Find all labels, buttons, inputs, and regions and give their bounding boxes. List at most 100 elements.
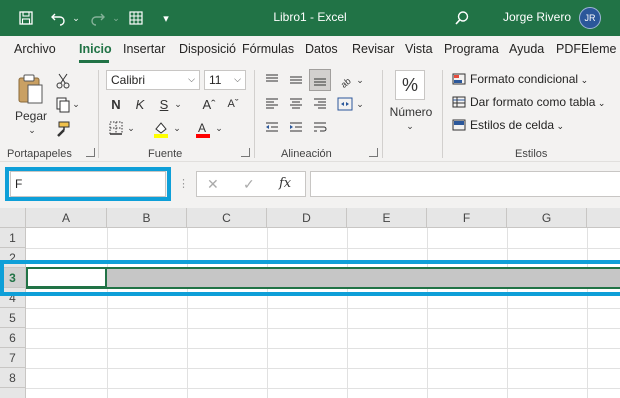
tab-insertar[interactable]: Insertar xyxy=(123,42,165,56)
decrease-indent-icon[interactable] xyxy=(262,118,282,138)
column-header-b[interactable]: B xyxy=(107,208,187,228)
row-header-5[interactable]: 5 xyxy=(0,308,26,328)
column-header-a[interactable]: A xyxy=(26,208,107,228)
decrease-font-button[interactable]: Aˇ xyxy=(222,94,244,114)
alignment-launcher-icon[interactable] xyxy=(369,148,378,157)
group-separator xyxy=(98,70,99,158)
formula-bar: F ⋮ ✕ ✓ fx xyxy=(0,162,620,208)
font-name-select[interactable]: Calibri ⌵ xyxy=(106,70,200,90)
group-separator xyxy=(254,70,255,158)
copy-dropdown-icon[interactable]: ⌄ xyxy=(72,98,80,110)
column-header-d[interactable]: D xyxy=(267,208,347,228)
column-header-c[interactable]: C xyxy=(187,208,267,228)
enter-icon[interactable]: ✓ xyxy=(243,176,255,193)
avatar[interactable]: JR xyxy=(579,7,601,29)
paste-dropdown-icon[interactable]: ⌄ xyxy=(22,124,42,136)
conditional-format-button[interactable]: Formato condicional ⌄ xyxy=(452,72,588,86)
grid-line xyxy=(507,228,508,398)
wrap-text-icon[interactable] xyxy=(310,118,330,138)
row-header-6[interactable]: 6 xyxy=(0,328,26,348)
tab-vista[interactable]: Vista xyxy=(405,42,433,56)
grid-line xyxy=(26,328,620,329)
chevron-down-icon: ⌵ xyxy=(234,74,241,84)
align-left-icon[interactable] xyxy=(262,94,282,114)
align-right-icon[interactable] xyxy=(310,94,330,114)
grid-line xyxy=(26,388,620,389)
column-header-h[interactable] xyxy=(587,208,620,228)
cell-styles-button[interactable]: Estilos de celda ⌄ xyxy=(452,118,564,132)
tab-pdfelement[interactable]: PDFEleme xyxy=(556,42,620,56)
grid-line xyxy=(26,308,620,309)
merge-dropdown-icon[interactable]: ⌄ xyxy=(355,97,365,111)
fill-color-icon[interactable] xyxy=(150,118,172,140)
splitter-icon[interactable]: ⋮ xyxy=(178,177,189,190)
group-separator xyxy=(382,70,383,158)
format-as-table-button[interactable]: Dar formato como tabla ⌄ xyxy=(452,95,605,109)
tab-datos[interactable]: Datos xyxy=(305,42,338,56)
borders-dropdown-icon[interactable]: ⌄ xyxy=(126,121,136,135)
paste-button[interactable]: Pegar xyxy=(10,108,52,124)
bold-button[interactable]: N xyxy=(107,94,125,114)
font-size-select[interactable]: 11 ⌵ xyxy=(204,70,246,90)
column-header-f[interactable]: F xyxy=(427,208,507,228)
tab-programador[interactable]: Programa xyxy=(444,42,499,56)
orientation-dropdown-icon[interactable]: ⌄ xyxy=(355,73,365,87)
copy-icon[interactable] xyxy=(52,96,74,114)
align-middle-icon[interactable] xyxy=(286,70,306,90)
increase-indent-icon[interactable] xyxy=(286,118,306,138)
spreadsheet-grid[interactable]: A B C D E F G 1 2 3 4 5 6 7 8 xyxy=(0,208,620,398)
percent-icon[interactable]: % xyxy=(395,70,425,100)
increase-font-button[interactable]: Aˆ xyxy=(198,94,220,114)
grid-line xyxy=(26,368,620,369)
tab-ayuda[interactable]: Ayuda xyxy=(509,42,544,56)
row-3-highlight xyxy=(0,260,620,296)
cut-icon[interactable] xyxy=(54,72,72,90)
underline-dropdown-icon[interactable]: ⌄ xyxy=(173,97,183,111)
borders-icon[interactable] xyxy=(106,118,126,138)
formula-input[interactable] xyxy=(310,171,620,197)
insert-function-icon[interactable]: fx xyxy=(279,176,291,191)
align-top-icon[interactable] xyxy=(262,70,282,90)
row-header-8[interactable]: 8 xyxy=(0,368,26,388)
tab-disposicion[interactable]: Disposició xyxy=(179,42,239,56)
tab-inicio[interactable]: Inicio xyxy=(79,42,112,56)
user-name[interactable]: Jorge Rivero xyxy=(503,10,571,24)
align-center-icon[interactable] xyxy=(286,94,306,114)
orientation-icon[interactable]: ab xyxy=(336,70,356,90)
row-header-7[interactable]: 7 xyxy=(0,348,26,368)
grid-line xyxy=(347,228,348,398)
tab-formulas[interactable]: Fórmulas xyxy=(242,42,294,56)
cell-styles-icon xyxy=(452,119,466,131)
fill-color-dropdown-icon[interactable]: ⌄ xyxy=(172,121,182,135)
row-header-9[interactable] xyxy=(0,388,26,398)
font-color-dropdown-icon[interactable]: ⌄ xyxy=(214,121,224,135)
tab-archivo[interactable]: Archivo xyxy=(14,42,56,56)
font-launcher-icon[interactable] xyxy=(241,148,250,157)
paste-icon[interactable] xyxy=(14,72,48,106)
tab-revisar[interactable]: Revisar xyxy=(352,42,394,56)
select-all-corner[interactable] xyxy=(0,208,26,228)
group-separator xyxy=(442,70,443,158)
active-tab-indicator xyxy=(79,60,109,63)
grid-line xyxy=(26,248,620,249)
cancel-icon[interactable]: ✕ xyxy=(207,176,219,193)
name-box-highlight xyxy=(5,167,171,201)
format-painter-icon[interactable] xyxy=(54,120,72,138)
number-dropdown-icon[interactable]: ⌄ xyxy=(400,120,420,132)
merge-center-icon[interactable] xyxy=(335,94,355,114)
formula-buttons: ✕ ✓ fx xyxy=(196,171,306,197)
chevron-down-icon: ⌵ xyxy=(188,74,195,84)
cell-styles-label: Estilos de celda xyxy=(470,118,555,132)
clipboard-launcher-icon[interactable] xyxy=(86,148,95,157)
column-header-g[interactable]: G xyxy=(507,208,587,228)
align-bottom-icon[interactable] xyxy=(309,69,331,91)
column-header-e[interactable]: E xyxy=(347,208,427,228)
grid-line xyxy=(587,228,588,398)
row-header-1[interactable]: 1 xyxy=(0,228,26,248)
font-color-icon[interactable]: A xyxy=(192,118,214,140)
number-button[interactable]: Número xyxy=(386,104,436,120)
search-icon[interactable] xyxy=(452,8,472,28)
alignment-group-label: Alineación xyxy=(281,148,332,160)
italic-button[interactable]: K xyxy=(131,94,149,114)
underline-button[interactable]: S xyxy=(155,94,173,114)
